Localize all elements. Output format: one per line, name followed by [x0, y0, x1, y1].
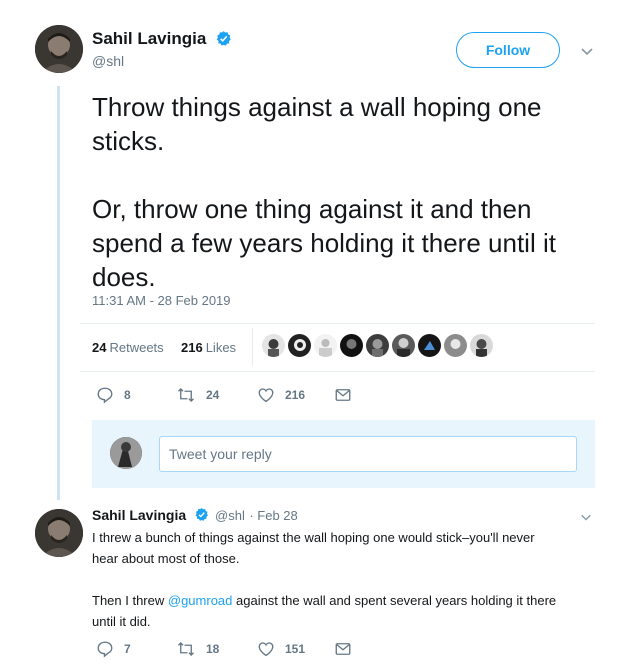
chevron-down-icon[interactable]: [580, 511, 592, 523]
retweets-label: Retweets: [109, 340, 164, 355]
tweet-text: Throw things against a wall hoping one s…: [92, 92, 556, 292]
liker-avatar[interactable]: [366, 334, 389, 357]
envelope-icon: [335, 643, 351, 655]
heart-icon: [258, 388, 274, 403]
liker-avatars: [262, 334, 493, 357]
direct-message-action[interactable]: [334, 640, 352, 658]
likes-label: Likes: [205, 340, 237, 355]
reply-icon: [97, 387, 113, 404]
retweets-stat[interactable]: 24 Retweets: [92, 340, 164, 355]
heart-icon: [258, 642, 274, 657]
direct-message-action[interactable]: [334, 386, 352, 404]
reply-input[interactable]: Tweet your reply: [159, 436, 577, 472]
stats-divider-bottom: [80, 371, 595, 372]
reply-count: 8: [124, 388, 131, 402]
thread-connector-line: [57, 86, 60, 500]
liker-avatar[interactable]: [444, 334, 467, 357]
follow-button[interactable]: Follow: [456, 32, 560, 68]
liker-avatar[interactable]: [314, 334, 337, 357]
like-count: 216: [285, 388, 306, 402]
retweet-icon: [178, 642, 194, 656]
stats-divider-top: [80, 323, 595, 324]
liker-avatar[interactable]: [392, 334, 415, 357]
verified-badge-icon: [216, 31, 231, 46]
reply-author-avatar[interactable]: [35, 509, 83, 557]
author-name[interactable]: Sahil Lavingia: [92, 29, 206, 49]
envelope-icon: [335, 389, 351, 401]
mention-link[interactable]: @gumroad: [168, 593, 233, 608]
retweet-count: 24: [206, 388, 220, 402]
reply-icon: [97, 641, 113, 658]
reply-action[interactable]: 8: [96, 386, 131, 404]
reply-count: 7: [124, 642, 131, 656]
like-action[interactable]: 151: [257, 640, 305, 658]
likes-count: 216: [181, 340, 203, 355]
liker-avatar[interactable]: [340, 334, 363, 357]
reply-date[interactable]: Feb 28: [257, 508, 297, 523]
retweet-count: 18: [206, 642, 220, 656]
retweets-count: 24: [92, 340, 107, 355]
likes-stat[interactable]: 216 Likes: [181, 340, 236, 355]
reply-tweet-text: I threw a bunch of things against the wa…: [92, 527, 612, 632]
author-avatar[interactable]: [35, 25, 83, 73]
retweet-action[interactable]: 24: [176, 386, 219, 404]
stats-vertical-divider: [252, 328, 253, 366]
author-handle[interactable]: @shl: [92, 53, 124, 69]
liker-avatar[interactable]: [418, 334, 441, 357]
verified-badge-icon: [195, 507, 208, 521]
reply-author-name[interactable]: Sahil Lavingia: [92, 507, 186, 523]
retweet-action[interactable]: 18: [176, 640, 219, 658]
chevron-down-icon[interactable]: [580, 44, 594, 58]
liker-avatar[interactable]: [470, 334, 493, 357]
liker-avatar[interactable]: [262, 334, 285, 357]
like-action[interactable]: 216: [257, 386, 305, 404]
liker-avatar[interactable]: [288, 334, 311, 357]
current-user-avatar[interactable]: [110, 437, 142, 469]
retweet-icon: [178, 388, 194, 402]
reply-header: Sahil Lavingia @shl · Feb 28: [92, 507, 298, 525]
author-name-row: Sahil Lavingia: [92, 29, 232, 49]
reply-author-handle[interactable]: @shl: [215, 508, 245, 523]
tweet-timestamp[interactable]: 11:31 AM - 28 Feb 2019: [92, 293, 231, 308]
reply-action[interactable]: 7: [96, 640, 131, 658]
like-count: 151: [285, 642, 306, 656]
